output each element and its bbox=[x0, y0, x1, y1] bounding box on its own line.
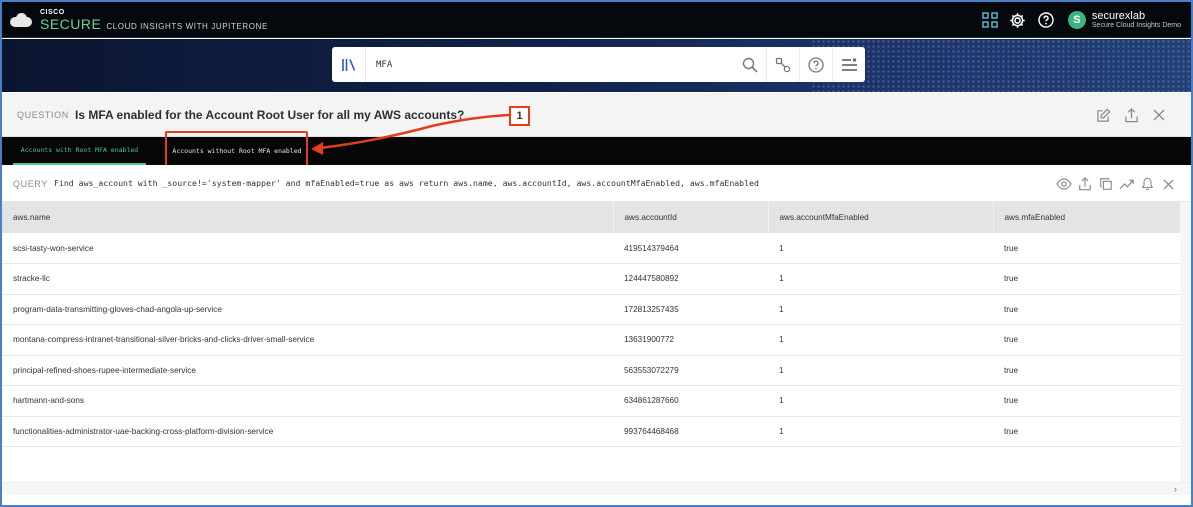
tab-accounts-with-root-mfa[interactable]: Accounts with Root MFA enabled bbox=[13, 137, 146, 165]
bottom-strip bbox=[2, 496, 1191, 505]
graph-toggle-icon[interactable] bbox=[766, 47, 799, 82]
table-row[interactable]: scsi-tasty-won-service 419514379464 1 tr… bbox=[2, 233, 1180, 264]
table-row[interactable]: principal-refined-shoes-rupee-intermedia… bbox=[2, 355, 1180, 386]
question-title: Is MFA enabled for the Account Root User… bbox=[75, 108, 465, 122]
horizontal-scrollbar[interactable]: › bbox=[2, 482, 1191, 495]
close-icon[interactable] bbox=[1158, 174, 1179, 194]
cell-account-id: 419514379464 bbox=[613, 233, 768, 264]
cell-mfa-enabled: true bbox=[993, 324, 1180, 356]
search-icon[interactable] bbox=[733, 47, 766, 82]
copy-icon[interactable] bbox=[1095, 174, 1116, 194]
cell-account-mfa-enabled: 1 bbox=[768, 355, 993, 386]
cell-account-mfa-enabled: 1 bbox=[768, 233, 993, 264]
question-label: QUESTION bbox=[17, 110, 69, 120]
library-icon[interactable] bbox=[332, 47, 366, 82]
brand-subtitle: CLOUD INSIGHTS WITH JUPITERONE bbox=[106, 22, 268, 31]
tab-highlight-box bbox=[165, 131, 308, 168]
results-table-container: aws.name aws.accountId aws.accountMfaEna… bbox=[2, 202, 1191, 482]
cell-mfa-enabled: true bbox=[993, 385, 1180, 417]
user-menu[interactable]: securexlab Secure Cloud Insights Demo bbox=[1092, 10, 1181, 30]
vertical-scrollbar[interactable] bbox=[1180, 202, 1191, 482]
table-row[interactable]: montana-compress-intranet-transitional-s… bbox=[2, 324, 1180, 356]
cloud-logo-icon bbox=[10, 13, 32, 27]
brand-logo[interactable]: CISCO SECURE CLOUD INSIGHTS WITH JUPITER… bbox=[10, 9, 268, 31]
search-input[interactable] bbox=[366, 49, 733, 80]
share-icon[interactable] bbox=[1117, 105, 1145, 125]
column-header-account-id[interactable]: aws.accountId bbox=[613, 202, 769, 233]
share-icon[interactable] bbox=[1074, 174, 1095, 194]
cell-account-id: 124447580892 bbox=[613, 263, 768, 295]
cell-account-mfa-enabled: 1 bbox=[768, 324, 993, 356]
cell-account-mfa-enabled: 1 bbox=[768, 294, 993, 325]
user-name: securexlab bbox=[1091, 10, 1146, 23]
cell-name: montana-compress-intranet-transitional-s… bbox=[2, 324, 613, 356]
apps-grid-icon[interactable] bbox=[976, 6, 1004, 34]
cell-account-id: 993764468468 bbox=[613, 416, 768, 447]
cell-name: program-data-transmitting-gloves-chad-an… bbox=[2, 294, 613, 325]
banner-pattern bbox=[811, 39, 1191, 92]
results-table: aws.name aws.accountId aws.accountMfaEna… bbox=[2, 202, 1181, 447]
cell-mfa-enabled: true bbox=[993, 263, 1180, 295]
help-icon[interactable] bbox=[799, 47, 832, 82]
app-frame: CISCO SECURE CLOUD INSIGHTS WITH JUPITER… bbox=[0, 0, 1193, 507]
table-row[interactable]: hartmann-and-sons 634861287660 1 true bbox=[2, 385, 1180, 417]
cell-mfa-enabled: true bbox=[993, 355, 1180, 386]
query-bar: QUERY Find aws_account with _source!='sy… bbox=[2, 165, 1191, 202]
cell-name: principal-refined-shoes-rupee-intermedia… bbox=[2, 355, 613, 386]
brand-cisco: CISCO bbox=[40, 9, 65, 16]
filter-menu-icon[interactable] bbox=[832, 47, 865, 82]
table-row[interactable]: program-data-transmitting-gloves-chad-an… bbox=[2, 294, 1180, 325]
column-header-mfa-enabled[interactable]: aws.mfaEnabled bbox=[993, 202, 1181, 233]
cell-mfa-enabled: true bbox=[993, 416, 1180, 447]
trend-icon[interactable] bbox=[1116, 174, 1137, 194]
cell-account-id: 13631900772 bbox=[613, 324, 768, 356]
top-bar: CISCO SECURE CLOUD INSIGHTS WITH JUPITER… bbox=[2, 2, 1191, 38]
annotation-callout: 1 bbox=[509, 106, 530, 126]
brand-secure: SECURE bbox=[40, 16, 102, 32]
column-header-name[interactable]: aws.name bbox=[2, 202, 614, 233]
cell-account-id: 634861287660 bbox=[613, 385, 768, 417]
cell-account-mfa-enabled: 1 bbox=[768, 385, 993, 417]
help-icon[interactable] bbox=[1032, 6, 1060, 34]
cell-account-mfa-enabled: 1 bbox=[768, 416, 993, 447]
cell-account-mfa-enabled: 1 bbox=[768, 263, 993, 295]
table-row[interactable]: stracke-llc 124447580892 1 true bbox=[2, 263, 1180, 295]
cell-name: functionalities-administrator-uae-backin… bbox=[2, 416, 613, 447]
avatar[interactable]: S bbox=[1067, 11, 1086, 29]
table-row[interactable]: functionalities-administrator-uae-backin… bbox=[2, 416, 1180, 447]
cell-name: hartmann-and-sons bbox=[2, 385, 613, 417]
cell-mfa-enabled: true bbox=[993, 294, 1180, 325]
scroll-right-icon[interactable]: › bbox=[1174, 484, 1177, 494]
bell-icon[interactable] bbox=[1137, 174, 1158, 194]
cell-account-id: 172813257435 bbox=[613, 294, 768, 325]
user-org: Secure Cloud Insights Demo bbox=[1091, 22, 1181, 30]
search-box bbox=[332, 47, 865, 82]
cell-mfa-enabled: true bbox=[993, 233, 1180, 264]
query-text[interactable]: Find aws_account with _source!='system-m… bbox=[54, 178, 759, 188]
table-header-row: aws.name aws.accountId aws.accountMfaEna… bbox=[2, 202, 1181, 233]
gear-icon[interactable] bbox=[1004, 6, 1032, 34]
close-icon[interactable] bbox=[1145, 105, 1173, 125]
column-header-account-mfa-enabled[interactable]: aws.accountMfaEnabled bbox=[768, 202, 994, 233]
search-banner bbox=[2, 39, 1191, 92]
cell-name: scsi-tasty-won-service bbox=[2, 233, 613, 264]
query-label: QUERY bbox=[13, 179, 48, 189]
cell-name: stracke-llc bbox=[2, 263, 613, 295]
eye-icon[interactable] bbox=[1053, 174, 1074, 194]
cell-account-id: 563553072279 bbox=[613, 355, 768, 386]
edit-icon[interactable] bbox=[1089, 105, 1117, 125]
